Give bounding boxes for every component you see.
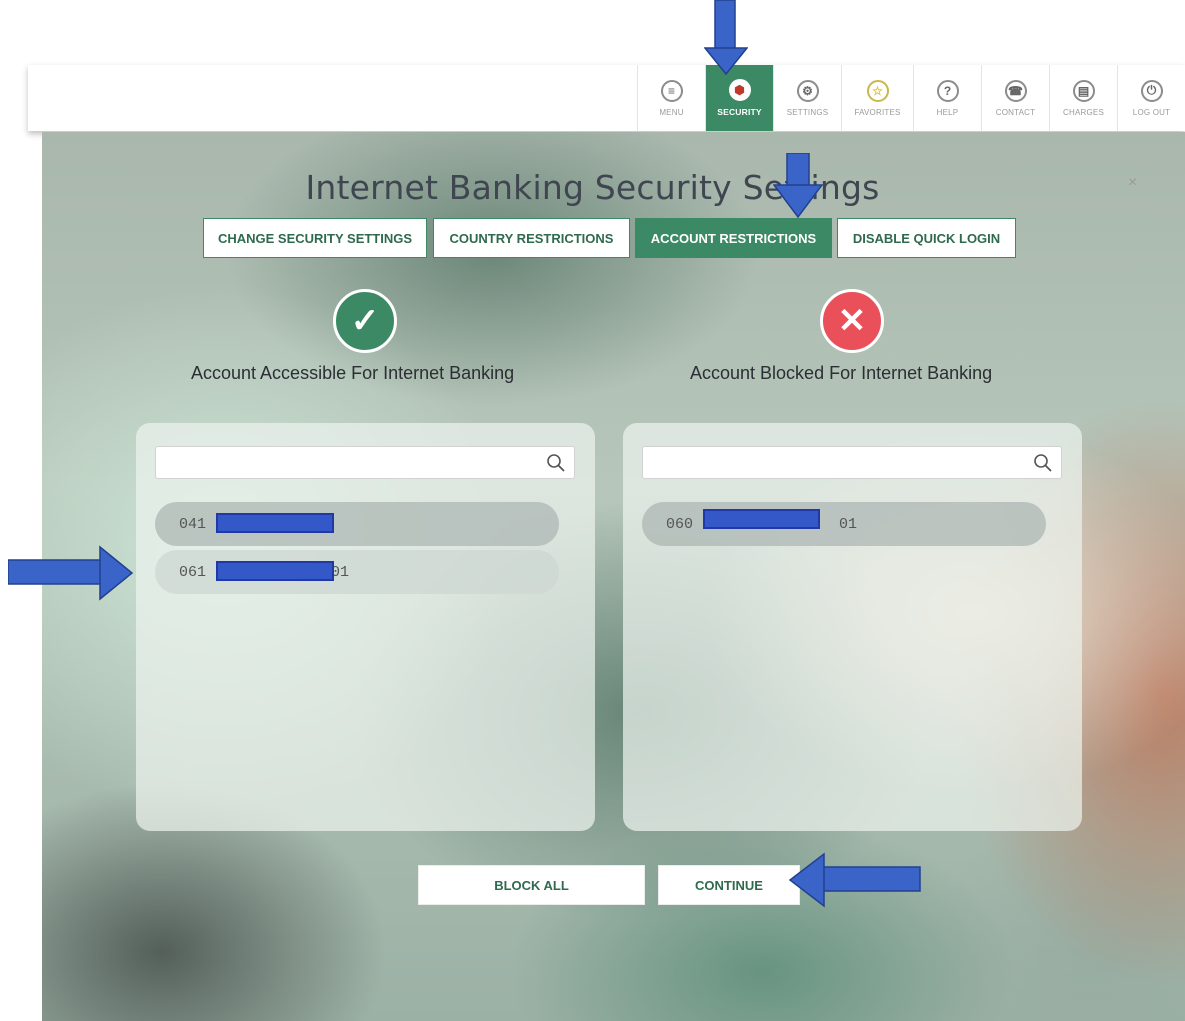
nav-contact[interactable]: ☎ CONTACT (981, 65, 1049, 131)
menu-icon: ≡ (660, 79, 683, 102)
account-number-suffix: 01 (839, 515, 858, 533)
nav-menu-label: MENU (659, 107, 684, 117)
power-icon: ⏻ (1140, 79, 1163, 102)
search-icon[interactable] (546, 453, 566, 473)
accessible-search-box (155, 446, 575, 479)
block-all-button[interactable]: BLOCK ALL (418, 865, 645, 905)
nav-logout-label: LOG OUT (1132, 107, 1171, 117)
shield-icon: ⬢ (728, 79, 751, 101)
tab-account-restrictions[interactable]: ACCOUNT RESTRICTIONS (635, 218, 832, 258)
blocked-x-icon: ✕ (820, 289, 884, 353)
nav-logout[interactable]: ⏻ LOG OUT (1117, 65, 1185, 131)
nav-settings-label: SETTINGS (786, 107, 829, 117)
check-icon: ✓ (333, 289, 397, 353)
redaction-bar (216, 513, 334, 533)
nav-help[interactable]: ? HELP (913, 65, 981, 131)
top-bar: ≡ MENU ⬢ SECURITY ⚙ SETTINGS ☆ FAVORITES… (28, 65, 1185, 131)
accessible-search-input[interactable] (156, 447, 536, 478)
security-tabs: CHANGE SECURITY SETTINGS COUNTRY RESTRIC… (0, 218, 1185, 258)
account-number-prefix: 041 (179, 515, 207, 533)
search-icon[interactable] (1033, 453, 1053, 473)
star-icon: ☆ (866, 79, 889, 102)
nav-security-label: SECURITY (717, 107, 762, 117)
annotation-arrow-left (788, 852, 921, 908)
gear-icon: ⚙ (796, 79, 819, 102)
annotation-arrow-right (8, 545, 134, 601)
blocked-search-box (642, 446, 1062, 479)
nav-favorites[interactable]: ☆ FAVORITES (841, 65, 913, 131)
close-icon[interactable]: × (1128, 174, 1137, 192)
nav-charges-label: CHARGES (1063, 107, 1104, 117)
redaction-bar (703, 509, 820, 529)
nav-charges[interactable]: ▤ CHARGES (1049, 65, 1117, 131)
redaction-bar (216, 561, 334, 581)
account-number-prefix: 061 (179, 563, 207, 581)
charges-icon: ▤ (1072, 79, 1095, 102)
tab-change-security-settings[interactable]: CHANGE SECURITY SETTINGS (203, 218, 427, 258)
account-number-prefix: 060 (666, 515, 694, 533)
accessible-accounts-panel: 041 061 01 (136, 423, 595, 831)
annotation-arrow-down (773, 153, 823, 219)
help-icon: ? (936, 79, 959, 102)
tab-disable-quick-login[interactable]: DISABLE QUICK LOGIN (837, 218, 1016, 258)
page-title: Internet Banking Security Settings (305, 168, 880, 207)
nav-settings[interactable]: ⚙ SETTINGS (773, 65, 841, 131)
nav-help-label: HELP (936, 107, 959, 117)
tab-country-restrictions[interactable]: COUNTRY RESTRICTIONS (433, 218, 630, 258)
nav-favorites-label: FAVORITES (854, 107, 901, 117)
phone-icon: ☎ (1004, 79, 1027, 102)
annotation-arrow-down (704, 0, 748, 76)
accessible-column-title: Account Accessible For Internet Banking (191, 363, 515, 383)
blocked-search-input[interactable] (643, 447, 1023, 478)
nav-contact-label: CONTACT (995, 107, 1036, 117)
continue-button[interactable]: CONTINUE (658, 865, 800, 905)
blocked-column-title: Account Blocked For Internet Banking (690, 363, 993, 383)
nav-menu[interactable]: ≡ MENU (637, 65, 705, 131)
blocked-accounts-panel: 060 01 (623, 423, 1082, 831)
